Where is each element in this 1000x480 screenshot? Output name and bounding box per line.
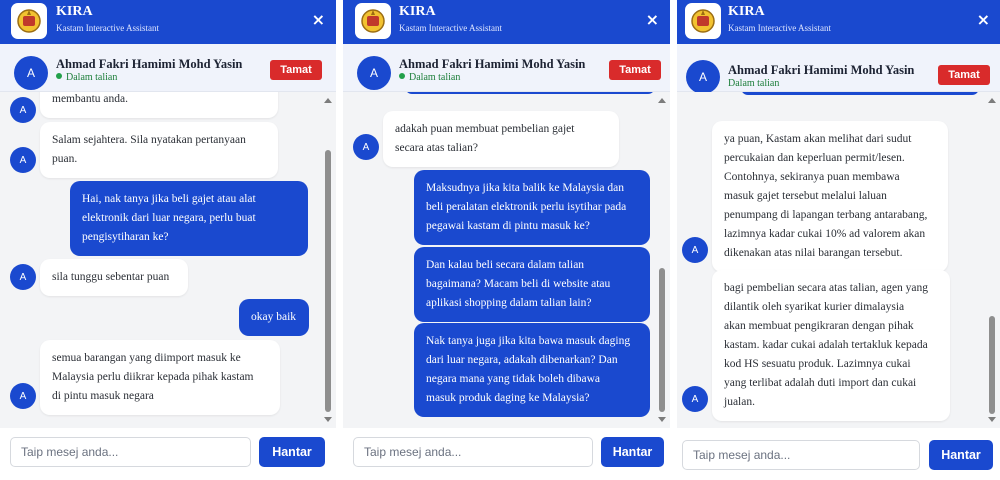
agent-avatar: A [357,56,391,90]
message-input[interactable] [353,437,593,467]
close-icon[interactable]: × [646,10,659,29]
end-chat-button[interactable]: Tamat [270,60,322,80]
send-button[interactable]: Hantar [929,440,993,470]
customs-crest-logo [11,3,47,39]
bot-avatar: A [353,134,379,160]
user-message: Nak tanya juga jika kita bawa masuk dagi… [414,323,650,417]
bot-message: semua barangan yang diimport masuk ke Ma… [40,340,280,415]
scroll-thumb[interactable] [325,150,331,412]
app-title: KIRA [56,4,93,19]
agent-bar: A Ahmad Fakri Hamimi Mohd Yasin Dalam ta… [0,44,336,92]
send-button[interactable]: Hantar [259,437,325,467]
agent-avatar: A [686,60,720,94]
chat-header: KIRA Kastam Interactive Assistant × [0,0,336,44]
message-input[interactable] [682,440,920,470]
user-message [405,92,655,94]
user-message: okay baik [239,299,309,336]
agent-status: Dalam talian [399,72,460,83]
user-message: Maksudnya jika kita balik ke Malaysia da… [414,170,650,245]
end-chat-button[interactable]: Tamat [609,60,661,80]
agent-bar: A Ahmad Fakri Hamimi Mohd Yasin Dalam ta… [677,44,1000,94]
chat-window-2: KIRA Kastam Interactive Assistant × A Ah… [343,0,670,480]
input-bar: Hantar [677,428,1000,480]
scroll-down-icon[interactable] [658,417,666,422]
bot-avatar: A [10,383,36,409]
status-text: Dalam talian [409,72,461,83]
bot-message: bagi pembelian secara atas talian, agen … [712,270,950,421]
scroll-up-icon[interactable] [658,98,666,103]
bot-message: adakah puan membuat pembelian gajet seca… [383,111,619,167]
send-button[interactable]: Hantar [601,437,664,467]
scroll-down-icon[interactable] [988,417,996,422]
agent-name: Ahmad Fakri Hamimi Mohd Yasin [56,57,243,71]
scroll-thumb[interactable] [989,316,995,414]
bot-avatar: A [10,97,36,123]
scroll-up-icon[interactable] [324,98,332,103]
app-subtitle: Kastam Interactive Assistant [399,23,502,33]
online-dot-icon [399,73,405,79]
online-dot-icon [56,73,62,79]
bot-avatar: A [682,237,708,263]
user-message: Hai, nak tanya jika beli gajet atau alat… [70,181,308,256]
chat-window-1: KIRA Kastam Interactive Assistant × A Ah… [0,0,336,480]
agent-bar: A Ahmad Fakri Hamimi Mohd Yasin Dalam ta… [343,44,670,92]
status-text: Dalam talian [728,78,780,89]
close-icon[interactable]: × [977,10,990,29]
scrollbar[interactable] [656,92,668,428]
agent-name: Ahmad Fakri Hamimi Mohd Yasin [728,63,915,77]
scrollbar[interactable] [986,92,998,428]
app-title: KIRA [399,4,436,19]
agent-status: Dalam talian [56,72,117,83]
app-title: KIRA [728,4,765,19]
scroll-down-icon[interactable] [324,417,332,422]
agent-avatar: A [14,56,48,90]
chat-messages[interactable]: membantu anda. A Salam sejahtera. Sila n… [0,92,336,428]
user-message: Dan kalau beli secara dalam talian bagai… [414,247,650,322]
close-icon[interactable]: × [312,10,325,29]
bot-message: ya puan, Kastam akan melihat dari sudut … [712,121,948,272]
input-bar: Hantar [0,428,336,480]
message-input[interactable] [10,437,251,467]
chat-window-3: KIRA Kastam Interactive Assistant × A Ah… [677,0,1000,480]
input-bar: Hantar [343,428,670,480]
customs-crest-logo [685,3,721,39]
bot-message: sila tunggu sebentar puan [40,259,188,296]
app-subtitle: Kastam Interactive Assistant [728,23,831,33]
scroll-up-icon[interactable] [988,98,996,103]
user-message [741,92,979,95]
chat-header: KIRA Kastam Interactive Assistant × [343,0,670,44]
bot-message: membantu anda. [40,92,278,118]
chat-messages[interactable]: ya puan, Kastam akan melihat dari sudut … [677,92,1000,428]
chat-messages[interactable]: adakah puan membuat pembelian gajet seca… [343,92,670,428]
app-subtitle: Kastam Interactive Assistant [56,23,159,33]
end-chat-button[interactable]: Tamat [938,65,990,85]
bot-message: Salam sejahtera. Sila nyatakan pertanyaa… [40,122,278,178]
customs-crest-logo [355,3,391,39]
scrollbar[interactable] [322,92,334,428]
chat-header: KIRA Kastam Interactive Assistant × [677,0,1000,44]
status-text: Dalam talian [66,72,118,83]
bot-avatar: A [10,147,36,173]
bot-avatar: A [682,386,708,412]
bot-avatar: A [10,264,36,290]
scroll-thumb[interactable] [659,268,665,412]
agent-name: Ahmad Fakri Hamimi Mohd Yasin [399,57,586,71]
agent-status: Dalam talian [728,78,779,89]
